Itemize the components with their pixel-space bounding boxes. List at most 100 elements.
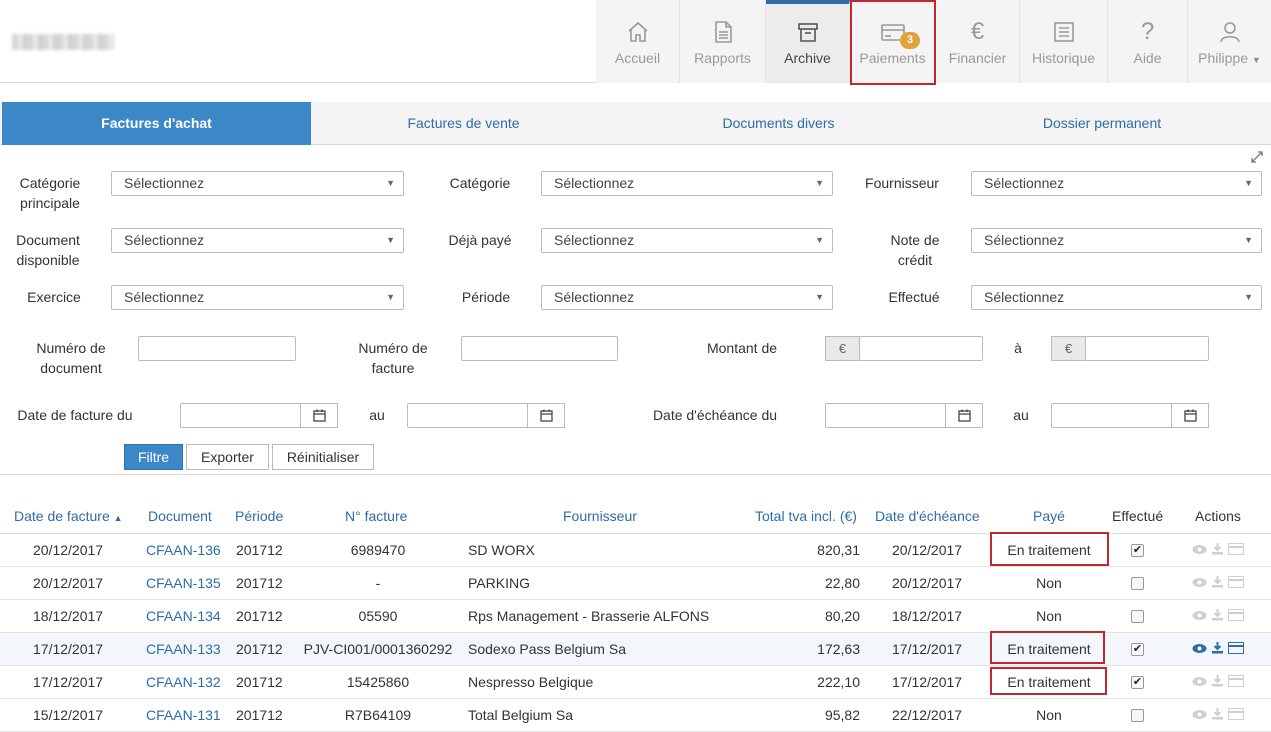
reset-button[interactable]: Réinitialiser [272,444,374,470]
nav-archive[interactable]: Archive [766,0,850,83]
eye-icon[interactable] [1192,542,1207,558]
select-main-category[interactable]: Sélectionnez ▼ [111,171,404,196]
card-icon[interactable] [1228,608,1244,624]
col-paid[interactable]: Payé [1033,508,1065,524]
nav-reports-label: Rapports [694,50,751,66]
done-checkbox[interactable] [1131,709,1144,722]
nav-history[interactable]: Historique [1020,0,1108,83]
cell-document-link[interactable]: CFAAN-135 [146,567,221,600]
invoice-date-to-input[interactable] [407,403,528,428]
invoice-number-input[interactable] [461,336,618,361]
nav-finance[interactable]: € Financier [936,0,1020,83]
done-checkbox[interactable]: ✔ [1131,643,1144,656]
eye-icon[interactable] [1192,641,1207,657]
cell-invoice-number: R7B64109 [344,707,412,723]
select-period[interactable]: Sélectionnez ▼ [541,285,833,310]
cell-invoice-date: 17/12/2017 [33,674,104,690]
col-invoice-number[interactable]: N° facture [345,508,407,524]
amount-to-input[interactable] [1085,336,1209,361]
cell-document-link[interactable]: CFAAN-136 [146,534,221,567]
help-icon: ? [1140,18,1155,45]
card-icon[interactable] [1228,707,1244,723]
done-checkbox[interactable] [1131,577,1144,590]
export-button[interactable]: Exporter [186,444,269,470]
nav-home[interactable]: Accueil [596,0,680,83]
calendar-icon[interactable] [1171,403,1209,428]
calendar-icon[interactable] [527,403,565,428]
label-supplier: Fournisseur [865,175,939,191]
col-supplier[interactable]: Fournisseur [563,508,637,524]
card-icon[interactable] [1228,575,1244,591]
nav-help[interactable]: ? Aide [1108,0,1188,83]
due-date-from-input[interactable] [825,403,946,428]
cell-total: 22,80 [824,575,860,591]
calendar-icon[interactable] [300,403,338,428]
nav-user[interactable]: Philippe ▼ [1188,0,1271,83]
eye-icon[interactable] [1192,608,1207,624]
filter-panel: Catégorie principale Sélectionnez ▼ Catégo… [0,145,1271,475]
filter-button[interactable]: Filtre [124,444,183,470]
download-icon[interactable] [1211,707,1224,723]
table-row: 20/12/2017 CFAAN-135 201712 - PARKING 22,80 20… [0,567,1271,600]
home-icon [626,19,650,45]
chevron-down-icon: ▼ [815,178,824,188]
download-icon[interactable] [1211,641,1224,657]
eye-icon[interactable] [1192,674,1207,690]
select-category[interactable]: Sélectionnez ▼ [541,171,833,196]
eye-icon[interactable] [1192,707,1207,723]
select-supplier[interactable]: Sélectionnez ▼ [971,171,1262,196]
tab-sales-invoices[interactable]: Factures de vente [311,102,616,145]
amount-from-input[interactable] [859,336,983,361]
eye-icon[interactable] [1192,575,1207,591]
col-period[interactable]: Période [235,508,283,524]
doc-number-input[interactable] [138,336,296,361]
cell-invoice-number: PJV-CI001/0001360292 [303,641,453,657]
chevron-down-icon: ▼ [386,292,395,302]
card-icon[interactable] [1228,674,1244,690]
tab-permanent-file[interactable]: Dossier permanent [948,102,1256,145]
company-logo [12,34,114,50]
done-checkbox[interactable]: ✔ [1131,676,1144,689]
euro-icon: € [970,18,985,45]
label-amount-from: Montant de [706,340,778,356]
nav-reports[interactable]: Rapports [680,0,766,83]
col-due-date[interactable]: Date d'échéance [875,508,980,524]
cell-invoice-date: 20/12/2017 [33,542,104,558]
col-total[interactable]: Total tva incl. (€) [755,508,857,524]
cell-paid-status: Non [1036,608,1062,624]
tab-purchase-invoices[interactable]: Factures d'achat [2,102,311,145]
select-done[interactable]: Sélectionnez ▼ [971,285,1262,310]
done-checkbox[interactable]: ✔ [1131,544,1144,557]
cell-document-link[interactable]: CFAAN-134 [146,600,221,633]
cell-document-link[interactable]: CFAAN-131 [146,699,221,732]
label-amount-to: à [1014,340,1022,356]
cell-invoice-number: 15425860 [346,674,410,690]
card-icon[interactable] [1228,641,1244,657]
invoice-date-from-input[interactable] [180,403,301,428]
select-credit-note[interactable]: Sélectionnez ▼ [971,228,1262,253]
cell-document-link[interactable]: CFAAN-133 [146,633,221,666]
col-invoice-date[interactable]: Date de facture ▲ [14,508,123,524]
label-due-date-to: au [1013,407,1029,423]
collapse-icon[interactable] [1250,150,1264,164]
chevron-down-icon: ▼ [815,292,824,302]
tab-misc-documents[interactable]: Documents divers [626,102,931,145]
download-icon[interactable] [1211,608,1224,624]
select-doc-available[interactable]: Sélectionnez ▼ [111,228,404,253]
calendar-icon[interactable] [945,403,983,428]
download-icon[interactable] [1211,542,1224,558]
download-icon[interactable] [1211,575,1224,591]
select-fiscal-year[interactable]: Sélectionnez ▼ [111,285,404,310]
cell-invoice-date: 17/12/2017 [33,641,104,657]
cell-invoice-date: 18/12/2017 [33,608,104,624]
download-icon[interactable] [1211,674,1224,690]
cell-document-link[interactable]: CFAAN-132 [146,666,221,699]
due-date-to-input[interactable] [1051,403,1172,428]
row-actions [1192,542,1244,558]
cell-due-date: 17/12/2017 [892,674,963,690]
sort-asc-icon: ▲ [113,513,123,523]
select-already-paid[interactable]: Sélectionnez ▼ [541,228,833,253]
col-document[interactable]: Document [148,508,212,524]
card-icon[interactable] [1228,542,1244,558]
done-checkbox[interactable] [1131,610,1144,623]
